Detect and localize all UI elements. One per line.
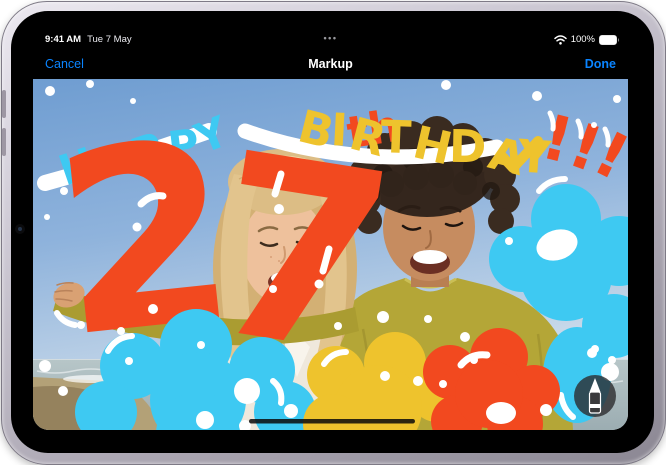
screenshot: 9:41 AM Tue 7 May ••• 100% Cancel Mark [0,0,666,465]
battery-percent: 100% [571,34,595,45]
camera-lens-icon [18,227,22,231]
markup-nav-bar: Cancel Markup Done [33,48,628,79]
ipad-screen: 9:41 AM Tue 7 May ••• 100% Cancel Mark [33,28,628,430]
status-date: Tue 7 May [87,34,132,45]
volume-button-down [2,128,6,156]
front-camera [15,224,25,234]
photo-canvas[interactable]: HAPPY 27 th BIRTHDAY ! ! ! [33,79,628,430]
multitask-menu-button[interactable]: ••• [324,33,338,43]
done-button[interactable]: Done [585,57,616,71]
status-time: 9:41 AM [45,34,81,45]
wifi-icon [554,35,567,45]
status-left: 9:41 AM Tue 7 May [45,34,132,45]
cancel-button[interactable]: Cancel [45,57,84,71]
battery-full-icon [599,35,620,45]
status-right: 100% [554,34,620,45]
status-bar: 9:41 AM Tue 7 May ••• 100% [33,28,628,48]
pencil-tool-button[interactable] [574,375,616,417]
volume-button-up [2,90,6,118]
home-indicator[interactable] [249,419,415,424]
page-title: Markup [308,57,352,71]
